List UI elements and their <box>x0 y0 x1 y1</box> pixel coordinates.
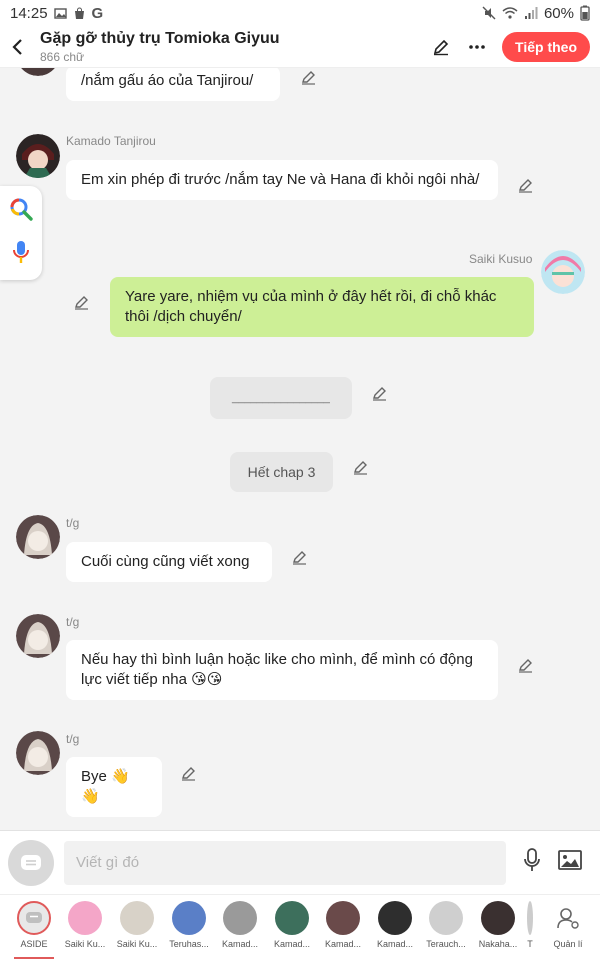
character-chip[interactable]: Kamad... <box>270 901 314 949</box>
character-avatar <box>378 901 412 935</box>
character-avatar <box>120 901 154 935</box>
character-name: Terauch... <box>426 939 466 949</box>
wifi-icon <box>502 7 518 19</box>
pencil-icon[interactable] <box>300 68 318 86</box>
sender-name: t/g <box>66 615 80 629</box>
character-chip[interactable]: Kamad... <box>373 901 417 949</box>
character-avatar <box>275 901 309 935</box>
character-name: Kamad... <box>221 939 259 949</box>
character-chip[interactable]: T <box>520 901 540 949</box>
avatar-author <box>16 731 60 775</box>
narration-bubble[interactable]: ________________ <box>210 377 352 419</box>
narration-bubble[interactable]: Hết chap 3 <box>230 452 333 492</box>
chevron-left-icon <box>12 38 22 55</box>
more-options-button[interactable] <box>466 36 488 58</box>
message-bubble[interactable]: /nắm gấu áo của Tanjirou/ <box>66 68 280 101</box>
avatar-author <box>16 614 60 658</box>
character-avatar <box>326 901 360 935</box>
character-avatar <box>223 901 257 935</box>
character-name: Nakaha... <box>478 939 518 949</box>
search-button[interactable] <box>8 196 34 227</box>
status-bar: 14:25 G 60% <box>0 0 600 26</box>
mute-icon <box>482 6 496 20</box>
word-count: 866 chữ <box>40 49 85 64</box>
sender-name: Saiki Kusuo <box>469 252 533 266</box>
message-bubble[interactable]: Yare yare, nhiệm vụ của mình ở đây hết r… <box>110 277 534 337</box>
pencil-icon <box>433 39 449 55</box>
character-chip[interactable]: Nakaha... <box>476 901 520 949</box>
avatar-tanjirou <box>16 134 60 178</box>
mic-icon <box>524 848 540 871</box>
character-name: ASIDE <box>20 939 48 949</box>
character-name: T <box>527 939 533 949</box>
avatar-saiki <box>541 250 585 294</box>
battery-icon <box>580 5 590 21</box>
more-horizontal-icon <box>469 44 485 49</box>
pencil-icon[interactable] <box>517 176 535 194</box>
message-bubble[interactable]: Em xin phép đi trước /nắm tay Ne và Hana… <box>66 160 498 200</box>
pencil-icon[interactable] <box>352 458 370 476</box>
message-bubble[interactable]: Nếu hay thì bình luận hoặc like cho mình… <box>66 640 498 700</box>
chat-bubble-icon <box>21 854 41 870</box>
voice-search-button[interactable] <box>11 239 31 270</box>
character-name: Kamad... <box>376 939 414 949</box>
story-header: Gặp gỡ thủy trụ Tomioka Giyuu 866 chữ Ti… <box>0 26 600 68</box>
character-avatar <box>481 901 515 935</box>
character-avatar <box>172 901 206 935</box>
pencil-icon[interactable] <box>517 656 535 674</box>
character-name: Kamad... <box>273 939 311 949</box>
character-avatar <box>68 901 102 935</box>
aside-icon <box>17 901 51 935</box>
floating-search-toolbar <box>0 186 42 280</box>
manage-characters-button[interactable]: Quản lí <box>546 901 590 949</box>
sender-name: Kamado Tanjirou <box>66 134 156 148</box>
character-bar: ASIDE Saiki Ku... Saiki Ku... Teruhas...… <box>0 894 600 960</box>
aside-toggle-button[interactable] <box>8 839 54 886</box>
insert-image-button[interactable] <box>558 849 582 876</box>
character-chip[interactable]: Terauch... <box>424 901 468 949</box>
avatar-tanjirou <box>16 68 60 76</box>
chat-area: /nắm gấu áo của Tanjirou/ Kamado Tanjiro… <box>0 68 600 830</box>
sender-name: t/g <box>66 732 80 746</box>
user-settings-icon <box>551 901 585 935</box>
avatar-author <box>16 515 60 559</box>
shopping-bag-icon <box>74 7 84 19</box>
pencil-icon[interactable] <box>180 764 198 782</box>
character-chip[interactable]: Kamad... <box>321 901 365 949</box>
character-chip[interactable]: Teruhas... <box>167 901 211 949</box>
pencil-icon[interactable] <box>371 384 389 402</box>
message-bubble[interactable]: Bye 👋👋 <box>66 757 162 817</box>
character-chip[interactable]: Saiki Ku... <box>63 901 107 949</box>
image-notification-icon <box>53 7 67 19</box>
signal-icon <box>524 7 538 19</box>
story-title: Gặp gỡ thủy trụ Tomioka Giyuu <box>40 29 280 47</box>
message-input[interactable] <box>64 840 506 885</box>
character-name: Teruhas... <box>169 939 209 949</box>
search-icon <box>10 198 33 221</box>
pencil-icon[interactable] <box>73 293 91 311</box>
message-input-bar <box>0 830 600 894</box>
character-chip[interactable]: Kamad... <box>218 901 262 949</box>
character-chip[interactable]: Saiki Ku... <box>115 901 159 949</box>
character-avatar <box>527 901 533 935</box>
mic-icon <box>13 241 29 263</box>
sender-name: t/g <box>66 516 80 530</box>
character-name: Kamad... <box>324 939 362 949</box>
image-icon <box>558 850 582 870</box>
google-icon: G <box>91 4 104 22</box>
clock: 14:25 <box>10 4 48 22</box>
battery-level: 60% <box>543 4 574 22</box>
active-indicator <box>14 957 54 959</box>
character-name: Saiki Ku... <box>116 939 158 949</box>
character-name: Saiki Ku... <box>64 939 106 949</box>
edit-button[interactable] <box>430 36 452 58</box>
character-aside[interactable]: ASIDE <box>12 901 56 949</box>
message-bubble[interactable]: Cuối cùng cũng viết xong <box>66 542 272 582</box>
voice-input-button[interactable] <box>522 847 542 878</box>
back-button[interactable] <box>0 34 34 60</box>
character-name: Quản lí <box>553 939 583 949</box>
next-button[interactable]: Tiếp theo <box>502 31 590 62</box>
pencil-icon[interactable] <box>291 548 309 566</box>
character-avatar <box>429 901 463 935</box>
